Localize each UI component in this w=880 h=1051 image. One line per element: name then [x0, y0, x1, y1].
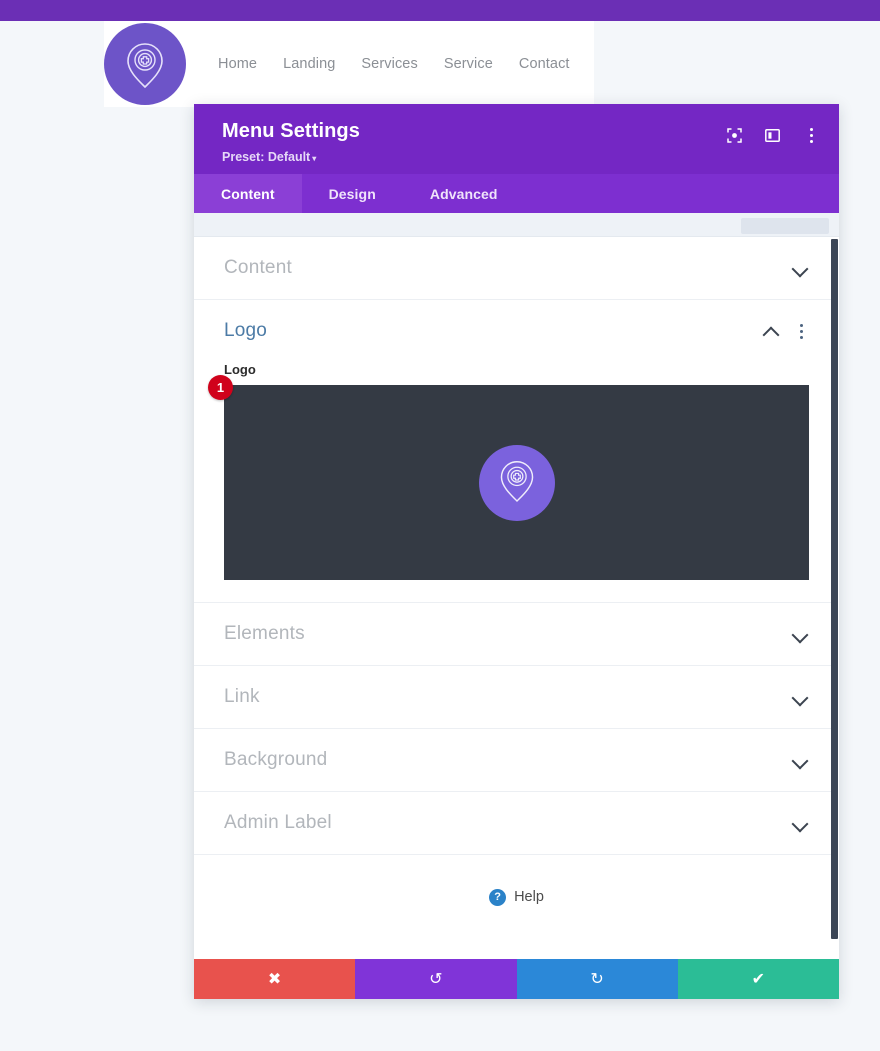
site-logo[interactable] [104, 23, 186, 105]
modal-header-icons [727, 126, 819, 144]
preset-label: Preset: Default [222, 150, 311, 164]
undo-button[interactable]: ↺ [355, 959, 517, 999]
site-top-bar [0, 0, 880, 21]
nav-item-service[interactable]: Service [444, 56, 493, 72]
chevron-down-icon[interactable] [792, 689, 809, 706]
section-link-header[interactable]: Link [224, 666, 809, 728]
question-mark-icon: ? [489, 888, 507, 906]
layout-panel-icon[interactable] [765, 128, 780, 143]
site-navigation: Home Landing Services Service Contact [218, 56, 570, 72]
chevron-down-icon[interactable] [792, 815, 809, 832]
site-header: Home Landing Services Service Contact [0, 21, 880, 107]
help-label: Help [514, 889, 544, 905]
section-content-label: Content [224, 257, 292, 278]
section-logo: Logo Logo 1 [194, 300, 839, 603]
section-options-icon[interactable] [793, 322, 809, 340]
section-elements-header[interactable]: Elements [224, 603, 809, 665]
nav-item-home[interactable]: Home [218, 56, 257, 72]
logo-field-label: Logo [224, 362, 256, 377]
chevron-down-icon[interactable] [792, 752, 809, 769]
chevron-down-icon: ▾ [312, 154, 317, 163]
modal-footer: ✖ ↺ ↻ ✔ [194, 959, 839, 999]
section-background: Background [194, 729, 839, 792]
modal-scroll-body: Content Logo Logo 1 Elements Link Backgr… [194, 237, 839, 959]
preset-selector[interactable]: Preset: Default ▾ [222, 150, 817, 164]
chevron-up-icon[interactable] [763, 323, 780, 340]
section-logo-label: Logo [224, 320, 268, 341]
chevron-down-icon[interactable] [792, 260, 809, 277]
logo-upload-area[interactable]: 1 [208, 375, 809, 580]
section-admin-label-label: Admin Label [224, 812, 332, 833]
modal-tabs: Content Design Advanced [194, 174, 839, 213]
section-elements-label: Elements [224, 623, 305, 644]
nav-item-landing[interactable]: Landing [283, 56, 335, 72]
section-logo-header[interactable]: Logo [224, 300, 809, 362]
tab-advanced[interactable]: Advanced [403, 174, 525, 213]
site-header-inner: Home Landing Services Service Contact [104, 21, 594, 107]
search-input[interactable] [741, 218, 829, 234]
section-logo-body: Logo 1 [208, 362, 809, 602]
tab-content[interactable]: Content [194, 174, 302, 213]
redo-button[interactable]: ↻ [516, 959, 678, 999]
help-row[interactable]: ? Help [194, 855, 839, 939]
more-options-icon[interactable] [803, 126, 819, 144]
logo-preview [478, 444, 555, 521]
section-background-header[interactable]: Background [224, 729, 809, 791]
section-admin-label-header[interactable]: Admin Label [224, 792, 809, 854]
section-link: Link [194, 666, 839, 729]
section-link-label: Link [224, 686, 260, 707]
map-pin-gear-icon [496, 456, 538, 509]
scrollbar[interactable] [831, 237, 839, 959]
scrollbar-thumb[interactable] [831, 239, 838, 939]
map-pin-gear-icon [122, 38, 168, 90]
section-content-header[interactable]: Content [224, 237, 809, 299]
section-elements: Elements [194, 603, 839, 666]
settings-search-bar[interactable] [194, 213, 839, 237]
nav-item-contact[interactable]: Contact [519, 56, 570, 72]
chevron-down-icon[interactable] [792, 626, 809, 643]
cancel-button[interactable]: ✖ [194, 959, 356, 999]
tab-design[interactable]: Design [302, 174, 403, 213]
section-background-label: Background [224, 749, 328, 770]
nav-item-services[interactable]: Services [361, 56, 417, 72]
section-admin-label: Admin Label [194, 792, 839, 855]
menu-settings-modal: Menu Settings Preset: Default ▾ Content … [194, 104, 839, 999]
modal-header: Menu Settings Preset: Default ▾ [194, 104, 839, 174]
status-badge: 1 [208, 375, 233, 400]
focus-target-icon[interactable] [727, 127, 742, 143]
save-button[interactable]: ✔ [677, 959, 839, 999]
section-content: Content [194, 237, 839, 300]
